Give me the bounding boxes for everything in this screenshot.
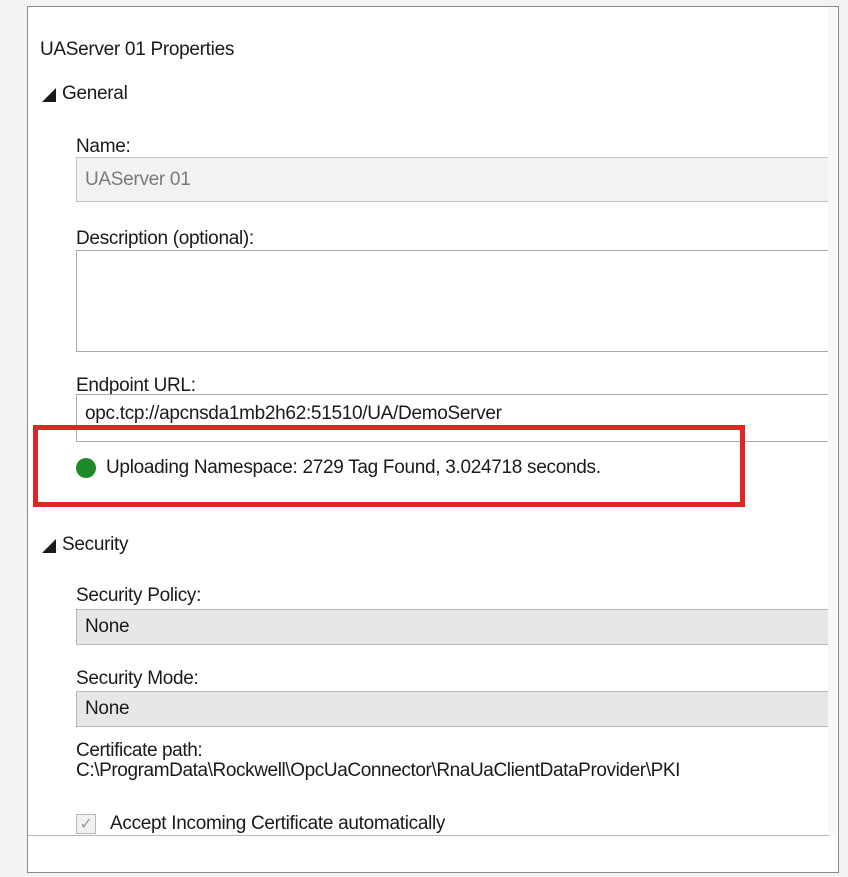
accept-certificate-label: Accept Incoming Certificate automaticall…	[110, 813, 446, 834]
properties-panel: UAServer 01 Properties General Name: UAS…	[28, 7, 836, 836]
security-mode-label: Security Mode:	[76, 668, 199, 689]
accept-certificate-row[interactable]: ✓ Accept Incoming Certificate automatica…	[76, 813, 445, 835]
security-section-header[interactable]: Security	[42, 534, 129, 556]
highlight-box	[33, 425, 745, 507]
properties-window: UAServer 01 Properties General Name: UAS…	[27, 6, 839, 873]
description-label: Description (optional):	[76, 228, 254, 249]
security-mode-select[interactable]: None	[76, 691, 836, 727]
panel-edge	[828, 7, 838, 835]
security-heading: Security	[62, 534, 129, 555]
accept-certificate-checkbox[interactable]: ✓	[76, 814, 96, 834]
screen-background: UAServer 01 Properties General Name: UAS…	[0, 0, 848, 877]
description-field[interactable]	[76, 250, 836, 352]
certificate-path-label: Certificate path:	[76, 740, 203, 761]
collapse-triangle-icon[interactable]	[42, 539, 56, 553]
general-section-header[interactable]: General	[42, 83, 128, 105]
certificate-path-block: Certificate path: C:\ProgramData\Rockwel…	[76, 741, 680, 781]
panel-title: UAServer 01 Properties	[40, 39, 235, 60]
collapse-triangle-icon[interactable]	[42, 88, 56, 102]
general-heading: General	[62, 83, 128, 104]
security-policy-select[interactable]: None	[76, 609, 836, 645]
security-policy-label: Security Policy:	[76, 585, 202, 606]
name-field: UAServer 01	[76, 157, 836, 202]
certificate-path-value: C:\ProgramData\Rockwell\OpcUaConnector\R…	[76, 760, 681, 781]
checkmark-icon: ✓	[79, 816, 93, 833]
name-label: Name:	[76, 136, 131, 157]
